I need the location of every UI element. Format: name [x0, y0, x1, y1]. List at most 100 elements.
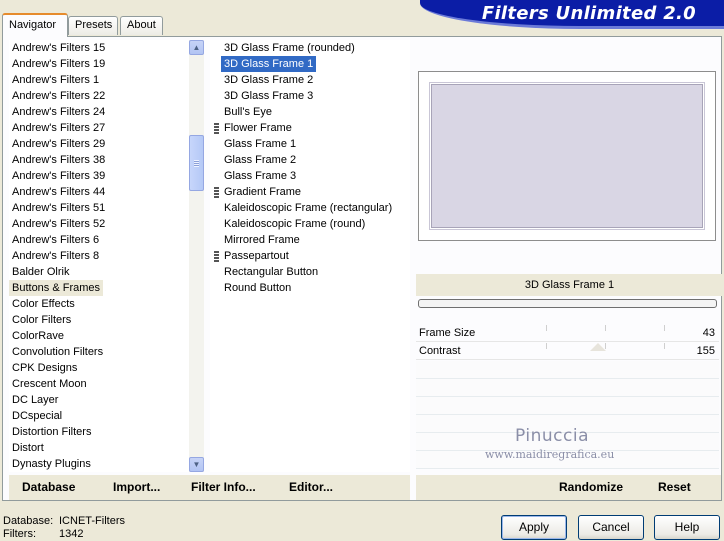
progress-bar: [418, 299, 717, 308]
apply-button[interactable]: Apply: [501, 515, 567, 540]
category-item[interactable]: Andrew's Filters 39: [9, 168, 108, 184]
filter-list[interactable]: 3D Glass Frame (rounded) 3D Glass Frame 1…: [210, 40, 410, 472]
filter-item[interactable]: Passepartout: [221, 248, 292, 264]
empty-slider-row: [416, 361, 719, 379]
import-button[interactable]: Import...: [113, 480, 160, 494]
filter-row[interactable]: Kaleidoscopic Frame (rectangular): [210, 200, 410, 216]
category-item[interactable]: Andrew's Filters 52: [9, 216, 108, 232]
filter-row[interactable]: Glass Frame 1: [210, 136, 410, 152]
tab-navigator[interactable]: Navigator: [2, 13, 68, 37]
database-button[interactable]: Database: [22, 480, 75, 494]
filter-row[interactable]: Flower Frame: [210, 120, 410, 136]
scroll-up-icon[interactable]: ▲: [189, 40, 204, 55]
slider-ticks: [488, 325, 674, 331]
category-item[interactable]: Andrew's Filters 19: [9, 56, 108, 72]
filter-item[interactable]: Kaleidoscopic Frame (round): [221, 216, 368, 232]
tab-about[interactable]: About: [120, 16, 163, 35]
cancel-button[interactable]: Cancel: [578, 515, 644, 540]
category-item[interactable]: Andrew's Filters 1: [9, 72, 102, 88]
grip-icon: [214, 187, 219, 198]
filter-item[interactable]: 3D Glass Frame (rounded): [221, 40, 358, 56]
category-item[interactable]: Andrew's Filters 24: [9, 104, 108, 120]
status-info: Database: ICNET-Filters Filters: 1342: [3, 515, 125, 541]
filters-count-value: 1342: [59, 528, 84, 540]
category-item[interactable]: DCspecial: [9, 408, 65, 424]
filter-info-button[interactable]: Filter Info...: [191, 480, 256, 494]
category-item[interactable]: Distortion Filters: [9, 424, 94, 440]
filters-count-label: Filters:: [3, 528, 36, 540]
filter-row[interactable]: Round Button: [210, 280, 410, 296]
tab-presets[interactable]: Presets: [68, 16, 118, 35]
filter-row[interactable]: Kaleidoscopic Frame (round): [210, 216, 410, 232]
filter-row[interactable]: Bull's Eye: [210, 104, 410, 120]
category-item[interactable]: Color Filters: [9, 312, 74, 328]
category-item[interactable]: Andrew's Filters 44: [9, 184, 108, 200]
filter-item[interactable]: 3D Glass Frame 1: [221, 56, 317, 72]
slider-value: 43: [702, 327, 715, 339]
editor-button[interactable]: Editor...: [289, 480, 333, 494]
filter-row[interactable]: 3D Glass Frame (rounded): [210, 40, 410, 56]
category-item[interactable]: Andrew's Filters 15: [9, 40, 108, 56]
category-item[interactable]: Andrew's Filters 6: [9, 232, 102, 248]
filter-row[interactable]: Glass Frame 2: [210, 152, 410, 168]
filter-row[interactable]: Passepartout: [210, 248, 410, 264]
database-label: Database:: [3, 515, 54, 527]
empty-slider-row: [416, 379, 719, 397]
database-value: ICNET-Filters: [59, 515, 125, 527]
filter-item[interactable]: Kaleidoscopic Frame (rectangular): [221, 200, 395, 216]
filter-item[interactable]: 3D Glass Frame 3: [221, 88, 316, 104]
scroll-down-icon[interactable]: ▼: [189, 457, 204, 472]
reset-button[interactable]: Reset: [658, 480, 691, 494]
preview-image: [418, 71, 716, 241]
filter-item[interactable]: Glass Frame 2: [221, 152, 299, 168]
category-item[interactable]: Andrew's Filters 29: [9, 136, 108, 152]
category-item[interactable]: ColorRave: [9, 328, 67, 344]
category-list[interactable]: Andrew's Filters 15 Andrew's Filters 19 An…: [9, 40, 189, 472]
filter-item[interactable]: 3D Glass Frame 2: [221, 72, 316, 88]
category-item[interactable]: Andrew's Filters 27: [9, 120, 108, 136]
slider-thumb-icon[interactable]: [590, 343, 606, 351]
category-item[interactable]: Andrew's Filters 51: [9, 200, 108, 216]
category-item[interactable]: Distort: [9, 440, 47, 456]
slider-value: 155: [696, 345, 715, 357]
filter-item[interactable]: Flower Frame: [221, 120, 295, 136]
filter-row[interactable]: Rectangular Button: [210, 264, 410, 280]
filter-item[interactable]: Glass Frame 1: [221, 136, 299, 152]
category-item[interactable]: Convolution Filters: [9, 344, 106, 360]
slider-contrast[interactable]: Contrast 155: [416, 343, 719, 360]
help-button[interactable]: Help: [654, 515, 720, 540]
grip-icon: [214, 251, 219, 262]
category-item[interactable]: Andrew's Filters 8: [9, 248, 102, 264]
navigator-panel: Andrew's Filters 15 Andrew's Filters 19 An…: [2, 36, 723, 501]
filter-item[interactable]: Bull's Eye: [221, 104, 275, 120]
randomize-button[interactable]: Randomize: [559, 480, 623, 494]
filter-row[interactable]: Gradient Frame: [210, 184, 410, 200]
filter-row[interactable]: Glass Frame 3: [210, 168, 410, 184]
category-item[interactable]: Dynasty Plugins: [9, 456, 94, 472]
filter-item[interactable]: Glass Frame 3: [221, 168, 299, 184]
filter-row[interactable]: 3D Glass Frame 1: [210, 56, 410, 72]
category-item[interactable]: Buttons & Frames: [9, 280, 104, 296]
filter-item[interactable]: Round Button: [221, 280, 294, 296]
filter-row[interactable]: 3D Glass Frame 2: [210, 72, 410, 88]
watermark-url: www.maidiregrafica.eu: [485, 448, 615, 461]
scroll-thumb[interactable]: [189, 135, 204, 191]
category-item[interactable]: CPK Designs: [9, 360, 80, 376]
grip-icon: [214, 123, 219, 134]
filter-item[interactable]: Mirrored Frame: [221, 232, 303, 248]
filter-row[interactable]: Mirrored Frame: [210, 232, 410, 248]
category-item[interactable]: Andrew's Filters 22: [9, 88, 108, 104]
preview-frame: [431, 84, 703, 228]
category-item[interactable]: Color Effects: [9, 296, 78, 312]
filter-item[interactable]: Gradient Frame: [221, 184, 304, 200]
category-item[interactable]: DC Layer: [9, 392, 61, 408]
slider-frame-size[interactable]: Frame Size 43: [416, 325, 719, 342]
category-item[interactable]: Andrew's Filters 38: [9, 152, 108, 168]
filter-item[interactable]: Rectangular Button: [221, 264, 321, 280]
filter-row[interactable]: 3D Glass Frame 3: [210, 88, 410, 104]
category-item[interactable]: Balder Olrik: [9, 264, 72, 280]
category-scrollbar[interactable]: ▲ ▼: [189, 40, 204, 472]
category-item[interactable]: Crescent Moon: [9, 376, 90, 392]
slider-ticks: [488, 343, 674, 349]
left-command-bar: Database Import... Filter Info... Editor…: [9, 475, 410, 500]
